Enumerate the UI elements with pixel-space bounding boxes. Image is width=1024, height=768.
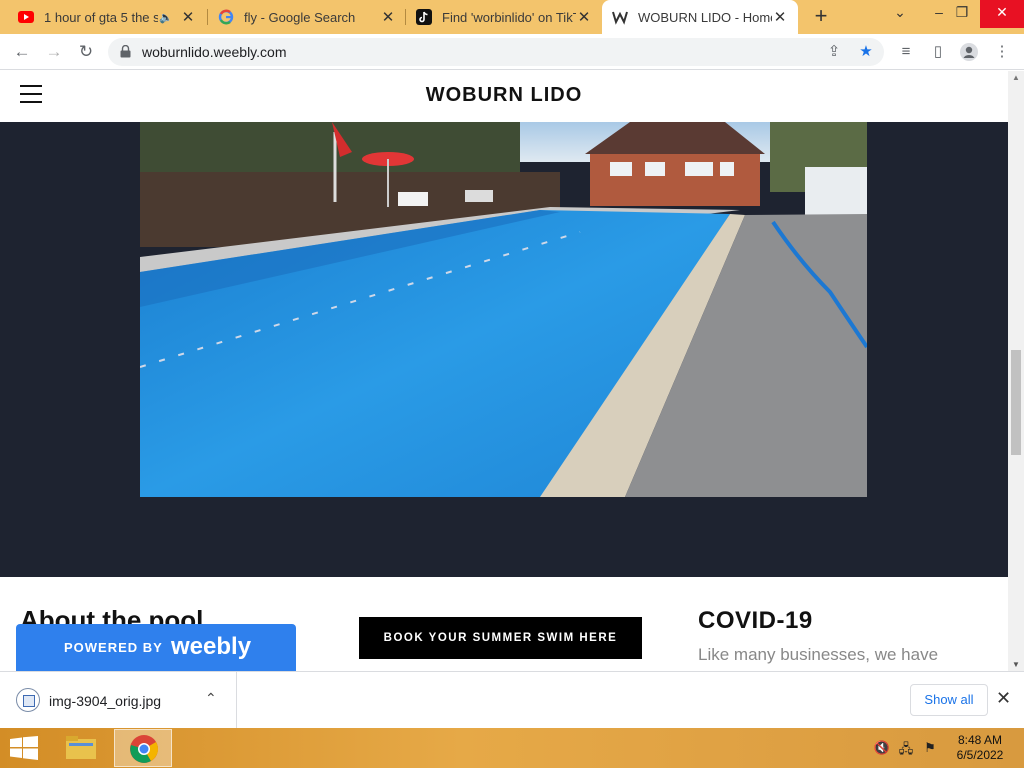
weebly-icon xyxy=(612,9,628,25)
tab-search-chevron-icon[interactable]: ⌄ xyxy=(880,0,920,28)
clock-time: 8:48 AM xyxy=(957,733,1003,747)
share-icon[interactable]: ⇪ xyxy=(824,42,844,62)
menu-kebab-icon[interactable]: ⋮ xyxy=(990,40,1014,64)
tab-youtube[interactable]: 1 hour of gta 5 the s 🔈 ✕ xyxy=(8,0,206,34)
covid-heading: COVID-19 xyxy=(698,607,813,634)
scroll-up-arrow-icon[interactable]: ▲ xyxy=(1008,73,1024,82)
tab-woburn-lido[interactable]: WOBURN LIDO - Home ✕ xyxy=(602,0,798,34)
reload-icon[interactable]: ↻ xyxy=(74,40,98,64)
browser-toolbar: ← → ↻ woburnlido.weebly.com ⇪ ★ ≡ ▯ ⋮ xyxy=(0,34,1024,70)
google-icon xyxy=(218,9,234,25)
show-all-button[interactable]: Show all xyxy=(910,684,988,716)
download-item[interactable]: img-3904_orig.jpg ⌃ xyxy=(0,672,237,728)
back-arrow-icon[interactable]: ← xyxy=(10,40,34,64)
close-window-button[interactable]: ✕ xyxy=(980,0,1024,28)
volume-muted-icon[interactable]: 🔇 xyxy=(873,740,891,756)
youtube-icon xyxy=(18,9,34,25)
close-icon[interactable]: ✕ xyxy=(996,688,1011,709)
close-icon[interactable]: ✕ xyxy=(380,8,396,26)
restore-button[interactable]: ❐ xyxy=(942,0,982,28)
site-title[interactable]: WOBURN LIDO xyxy=(0,84,1008,107)
hero-section xyxy=(0,122,1008,577)
tab-strip: 1 hour of gta 5 the s 🔈 ✕ fly - Google S… xyxy=(0,0,1024,34)
close-icon[interactable]: ✕ xyxy=(772,8,788,26)
chrome-taskbar-button[interactable] xyxy=(114,729,172,767)
powered-by-label: POWERED BY xyxy=(64,640,163,655)
lock-icon xyxy=(120,45,131,58)
close-icon[interactable]: ✕ xyxy=(576,8,592,26)
forward-arrow-icon[interactable]: → xyxy=(42,40,66,64)
tab-google-search[interactable]: fly - Google Search ✕ xyxy=(208,0,406,34)
book-summer-swim-button[interactable]: BOOK YOUR SUMMER SWIM HERE xyxy=(359,617,642,659)
network-icon[interactable]: 🖧 xyxy=(897,740,915,756)
system-clock[interactable]: 8:48 AM 6/5/2022 xyxy=(948,733,1012,763)
scroll-thumb[interactable] xyxy=(1011,350,1021,455)
file-explorer-taskbar-button[interactable] xyxy=(52,729,110,767)
profile-avatar-icon[interactable] xyxy=(957,40,981,64)
tab-title: Find 'worbinlido' on TikT xyxy=(442,9,576,25)
address-bar[interactable]: woburnlido.weebly.com ⇪ ★ xyxy=(108,38,884,66)
site-header: WOBURN LIDO xyxy=(0,71,1008,122)
covid-paragraph: Like many businesses, we have xyxy=(698,645,939,664)
action-center-flag-icon[interactable]: ⚑ xyxy=(921,740,939,756)
speaker-icon[interactable]: 🔈 xyxy=(158,11,174,24)
page-viewport: WOBURN LIDO About the pool BOOK YOUR SUM… xyxy=(0,71,1008,671)
new-tab-button[interactable]: + xyxy=(808,4,834,30)
download-file-name: img-3904_orig.jpg xyxy=(49,693,162,709)
scroll-down-arrow-icon[interactable]: ▼ xyxy=(1008,660,1024,669)
tab-tiktok[interactable]: Find 'worbinlido' on TikT ✕ xyxy=(406,0,602,34)
taskbar: 🔇 🖧 ⚑ 8:48 AM 6/5/2022 xyxy=(0,728,1024,768)
clock-date: 6/5/2022 xyxy=(956,748,1004,762)
close-icon[interactable]: ✕ xyxy=(180,8,196,26)
media-queue-icon[interactable]: ≡ xyxy=(894,40,918,64)
side-panel-icon[interactable]: ▯ xyxy=(926,40,950,64)
chevron-up-icon[interactable]: ⌃ xyxy=(205,690,217,707)
weebly-logo: weebly xyxy=(171,633,252,660)
pool-photo xyxy=(140,122,867,497)
bookmark-star-icon[interactable]: ★ xyxy=(856,42,876,62)
powered-by-weebly-badge[interactable]: POWERED BY weebly xyxy=(16,624,296,671)
tab-title: fly - Google Search xyxy=(244,9,356,25)
chrome-icon xyxy=(130,735,158,763)
image-file-icon xyxy=(16,688,40,712)
tiktok-icon xyxy=(416,9,432,25)
tab-title: WOBURN LIDO - Home xyxy=(638,9,772,25)
windows-start-icon[interactable] xyxy=(10,736,38,760)
url-text: woburnlido.weebly.com xyxy=(142,44,287,60)
tab-title: 1 hour of gta 5 the s xyxy=(44,9,158,25)
folder-icon xyxy=(66,736,96,759)
page-scrollbar[interactable]: ▲ ▼ xyxy=(1008,71,1024,671)
download-bar: img-3904_orig.jpg ⌃ Show all ✕ xyxy=(0,671,1024,728)
